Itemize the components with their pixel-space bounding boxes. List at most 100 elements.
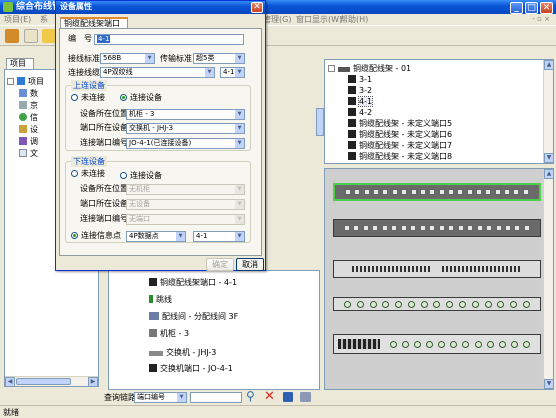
- info-point-select[interactable]: 4P数据点 ▼: [126, 231, 186, 242]
- tree-item[interactable]: 设: [19, 124, 38, 135]
- search-icon[interactable]: ⚲: [246, 390, 255, 403]
- print-icon[interactable]: [300, 392, 311, 402]
- lower-location-select[interactable]: 无机柜 ▼: [126, 184, 245, 195]
- document-icon: [19, 149, 27, 157]
- minimize-button[interactable]: _: [510, 2, 523, 14]
- close-button[interactable]: ✕: [540, 2, 553, 14]
- new-icon[interactable]: [5, 29, 19, 43]
- scroll-up-icon[interactable]: ▲: [544, 169, 554, 179]
- upper-device-label: 端口所在设备: [80, 123, 128, 132]
- ok-button[interactable]: 确定: [206, 258, 234, 271]
- transfer-std-label: 传输标准: [160, 54, 192, 63]
- round-port-panel[interactable]: [333, 297, 541, 311]
- tree-item[interactable]: 文: [19, 148, 38, 159]
- maximize-button[interactable]: □: [525, 2, 538, 14]
- cable-item-selected[interactable]: 4-1: [348, 96, 374, 107]
- scroll-down-icon[interactable]: ▼: [544, 153, 554, 163]
- device-properties-dialog: 设备属性 ✕ 铜缆配线架端口 编 号 4-1 接线标准 568B ▼ 传输标准 超…: [55, 0, 266, 271]
- patch-panel-01[interactable]: [333, 183, 541, 201]
- cable-item[interactable]: 铜缆配线架 - 未定义端口5: [348, 118, 452, 129]
- mdi-controls[interactable]: - ▫ ×: [532, 14, 550, 25]
- cable-item[interactable]: 3-1: [348, 74, 372, 85]
- patch-panel-02[interactable]: [333, 219, 541, 237]
- switch-panel[interactable]: [333, 334, 541, 354]
- upper-location-label: 设备所在位置: [80, 109, 128, 118]
- vertical-scrollbar[interactable]: ▲ ▼: [543, 60, 554, 163]
- splitter-thumb[interactable]: [316, 108, 324, 136]
- path-item[interactable]: 交换机端口 - JO-4-1: [149, 363, 233, 374]
- save-icon[interactable]: [283, 392, 293, 402]
- cable-item[interactable]: 铜缆配线架 - 未定义端口6: [348, 129, 452, 140]
- upper-radio-connect[interactable]: 连接设备: [120, 92, 162, 103]
- tree-item[interactable]: 数: [19, 88, 38, 99]
- tab-port[interactable]: 铜缆配线架端口: [60, 17, 128, 28]
- cancel-button[interactable]: 取消: [236, 258, 264, 271]
- menu-help[interactable]: 帮助(H): [340, 14, 368, 25]
- clear-icon[interactable]: ✕: [264, 390, 275, 403]
- lower-device-label: 端口所在设备: [80, 199, 128, 208]
- scroll-down-icon[interactable]: ▼: [544, 379, 554, 389]
- lower-device-select[interactable]: 无设备 ▼: [126, 199, 245, 210]
- path-item[interactable]: 跳线: [149, 294, 172, 305]
- tree-item[interactable]: 调: [19, 136, 38, 147]
- status-bar: 就绪: [0, 405, 556, 418]
- search-type-select[interactable]: 端口编号 ▼: [134, 392, 187, 403]
- link-cable-select[interactable]: 4P双绞线 ▼: [100, 67, 215, 78]
- search-input[interactable]: [190, 392, 242, 403]
- dialog-close-button[interactable]: ✕: [251, 2, 263, 13]
- lower-port-select[interactable]: 无端口 ▼: [126, 214, 245, 225]
- scroll-up-icon[interactable]: ▲: [544, 60, 554, 70]
- cable-root[interactable]: 铜缆配线架 - 01: [328, 63, 411, 74]
- open-icon[interactable]: [24, 29, 38, 43]
- lower-radio-connect[interactable]: 连接设备: [120, 170, 162, 181]
- cable-item[interactable]: 3-2: [348, 85, 372, 96]
- upper-radio-none[interactable]: 未连接: [71, 92, 105, 103]
- transfer-std-select[interactable]: 超5类 ▼: [193, 53, 245, 64]
- fiber-panel[interactable]: [333, 260, 541, 278]
- port-icon: [149, 364, 157, 372]
- chevron-down-icon: ▼: [205, 68, 214, 77]
- chevron-down-icon: ▼: [177, 393, 186, 402]
- lower-radio-none[interactable]: 未连接: [71, 168, 105, 179]
- patch-cord-icon: [149, 295, 153, 303]
- tree-item[interactable]: 信: [19, 112, 38, 123]
- menu-window[interactable]: 窗口显示(W): [296, 14, 342, 25]
- lower-port-label: 连接端口编号: [80, 214, 128, 223]
- rack-scrollbar[interactable]: ▲ ▼: [543, 169, 554, 389]
- upper-location-select[interactable]: 机柜 - 3 ▼: [126, 109, 245, 120]
- info-icon: [19, 113, 27, 121]
- dialog-title: 设备属性: [60, 2, 92, 11]
- path-item[interactable]: 配线间 - 分配线间 3F: [149, 311, 238, 322]
- tools-icon: [19, 125, 27, 133]
- menu-system[interactable]: 系: [40, 14, 48, 25]
- tree-item[interactable]: 京: [19, 100, 38, 111]
- tree-item-project[interactable]: 项目: [7, 76, 44, 87]
- scroll-thumb[interactable]: [16, 378, 71, 385]
- horizontal-scrollbar[interactable]: ◀ ▶: [5, 376, 98, 387]
- tab-project[interactable]: 项目: [6, 58, 34, 69]
- cable-item[interactable]: 铜缆配线架 - 未定义端口8: [348, 151, 452, 162]
- number-field[interactable]: 4-1: [94, 34, 244, 45]
- upper-device-select[interactable]: 交换机 - JHJ-3 ▼: [126, 123, 245, 134]
- upper-port-select[interactable]: JO-4-1(已连接设备) ▼: [126, 138, 245, 149]
- info-point-select-2[interactable]: 4-1 ▼: [193, 231, 245, 242]
- menu-project[interactable]: 项目(E): [4, 14, 31, 25]
- port-icon: [348, 75, 356, 83]
- scroll-left-icon[interactable]: ◀: [5, 377, 15, 387]
- cable-item[interactable]: 4-2: [348, 107, 372, 118]
- cable-item[interactable]: 铜缆配线架 - 未定义端口7: [348, 140, 452, 151]
- info-point-radio[interactable]: 连接信息点: [71, 230, 121, 241]
- scroll-right-icon[interactable]: ▶: [88, 377, 98, 387]
- bottom-toolbar: 查询链路 端口编号 ▼ ⚲ ✕: [102, 390, 322, 404]
- cable-std-select[interactable]: 568B ▼: [100, 53, 155, 64]
- path-item[interactable]: 交换机 - JHJ-3: [149, 347, 216, 358]
- path-item[interactable]: 铜缆配线架端口 - 4-1: [149, 277, 237, 288]
- chevron-down-icon: ▼: [145, 54, 154, 63]
- link-cable-select-2[interactable]: 4-1 ▼: [220, 67, 245, 78]
- menu-manage[interactable]: 管理(G): [263, 14, 291, 25]
- dialog-title-bar[interactable]: 设备属性 ✕: [56, 1, 265, 14]
- building-icon: [19, 101, 27, 109]
- folder-icon[interactable]: [42, 29, 56, 43]
- chevron-down-icon: ▼: [235, 124, 244, 133]
- path-item[interactable]: 机柜 - 3: [149, 328, 189, 339]
